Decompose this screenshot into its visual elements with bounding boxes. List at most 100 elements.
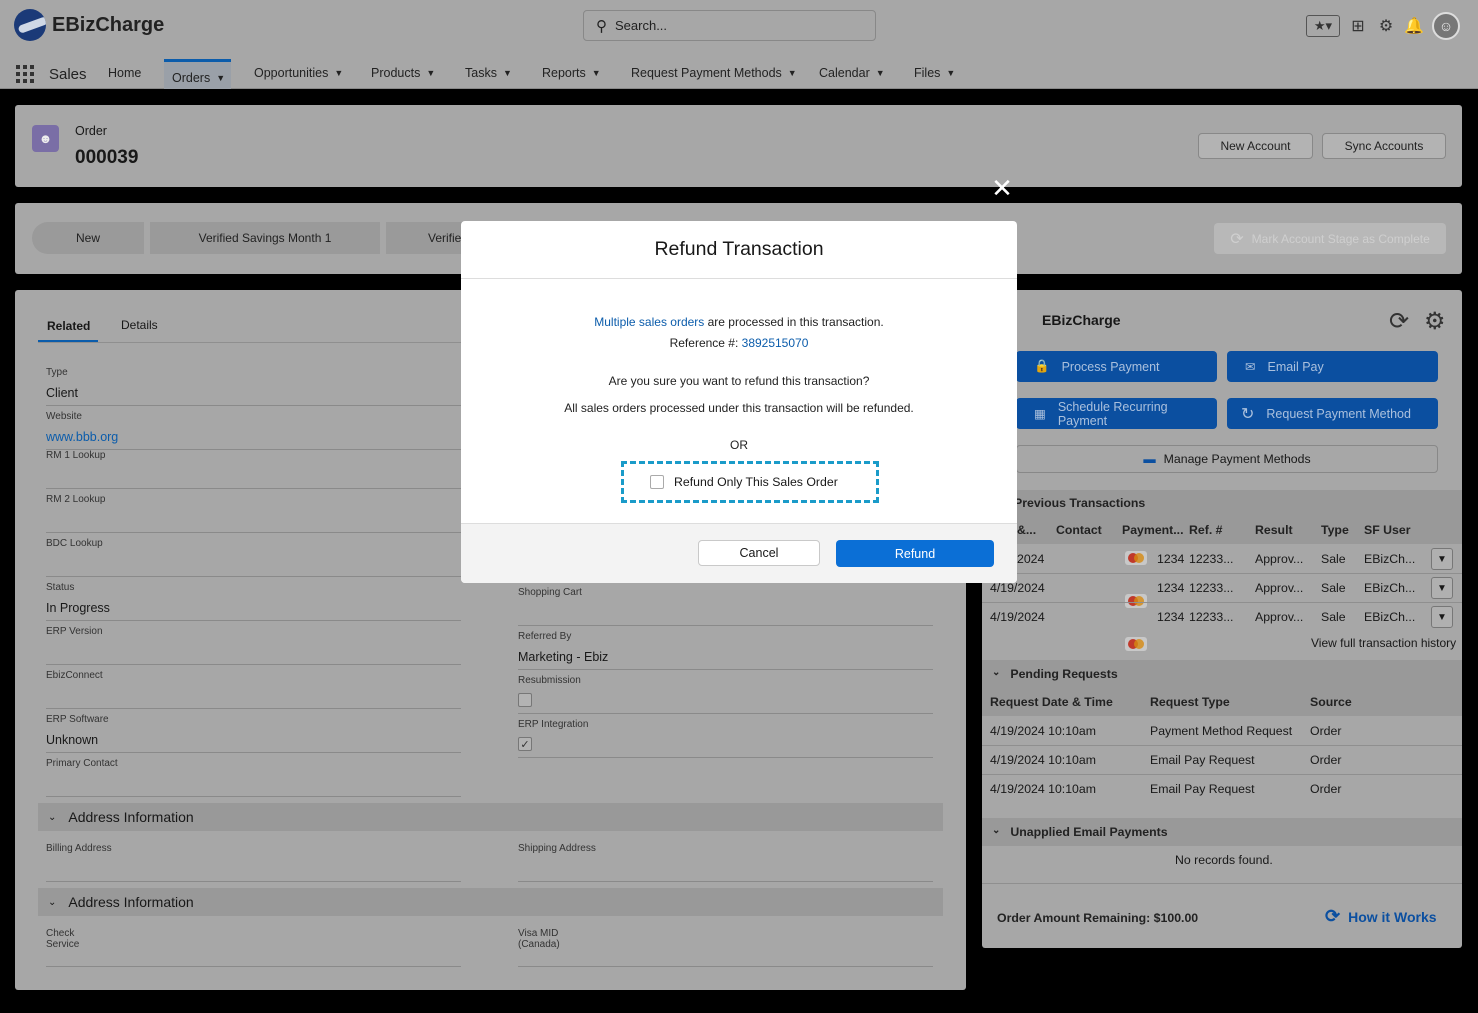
modal-note: All sales orders processed under this tr… — [564, 401, 914, 415]
add-icon[interactable]: ⊞ — [1348, 16, 1368, 36]
pending2-source: Order — [1310, 753, 1342, 767]
row1-date: 2024 — [1017, 552, 1045, 566]
tab-details[interactable]: Details — [121, 318, 158, 332]
refund-only-order-option[interactable]: Refund Only This Sales Order — [621, 461, 879, 503]
row-actions-dropdown[interactable]: ▼ — [1431, 548, 1453, 570]
chevron-down-icon: ⌄ — [992, 667, 1001, 678]
chevron-down-icon: ▼ — [591, 68, 601, 78]
nav-item-tasks[interactable]: Tasks ▼ — [465, 66, 512, 80]
refund-button[interactable]: Refund — [836, 540, 994, 567]
chevron-down-icon: ▼ — [946, 68, 956, 78]
unapplied-payments-header[interactable]: ⌄ Unapplied Email Payments — [992, 825, 1168, 839]
process-payment-button[interactable]: 🔒 Process Payment — [1016, 351, 1217, 382]
modal-line-1: Multiple sales orders are processed in t… — [594, 315, 884, 329]
row3-type: Sale — [1321, 610, 1346, 624]
row1-card: 1234 — [1157, 552, 1185, 566]
schedule-recurring-button[interactable]: ▦ Schedule Recurring Payment — [1016, 398, 1217, 429]
close-modal-icon[interactable]: ✕ — [990, 175, 1014, 201]
no-records-text: No records found. — [1175, 853, 1273, 867]
reference-number-link[interactable]: 3892515070 — [742, 336, 809, 350]
path-step-verified[interactable]: Verifie — [386, 222, 466, 254]
pending1-date: 4/19/2024 10:10am — [990, 724, 1096, 738]
search-icon: ⚲ — [596, 17, 607, 35]
nav-item-orders[interactable]: Orders ▼ — [164, 59, 231, 89]
field-divider — [46, 966, 461, 967]
row-actions-dropdown[interactable]: ▼ — [1431, 577, 1453, 599]
pending2-date: 4/19/2024 10:10am — [990, 753, 1096, 767]
row2-type: Sale — [1321, 581, 1346, 595]
col-sf-user: SF User — [1364, 523, 1411, 537]
address-section-header-2[interactable]: ⌄ Address Information — [38, 888, 943, 916]
nav-item-files[interactable]: Files ▼ — [914, 66, 955, 80]
row2-date: 4/19/2024 — [990, 581, 1045, 595]
ebiz-panel-title: EBizCharge — [1042, 312, 1121, 328]
refund-only-order-checkbox[interactable] — [650, 475, 664, 489]
app-launcher-icon[interactable] — [16, 65, 34, 83]
row2-card: 1234 — [1157, 581, 1185, 595]
order-amount-remaining: Order Amount Remaining: $100.00 — [997, 911, 1199, 925]
pending3-date: 4/19/2024 10:10am — [990, 782, 1096, 796]
rm2-label: RM 2 Lookup — [46, 494, 106, 505]
request-payment-method-button[interactable]: ↻ Request Payment Method — [1227, 398, 1438, 429]
sync-accounts-button[interactable]: Sync Accounts — [1322, 133, 1446, 159]
field-divider — [46, 796, 461, 797]
field-divider — [518, 966, 933, 967]
col-payment: Payment... — [1122, 523, 1184, 537]
gear-icon[interactable]: ⚙ — [1424, 307, 1446, 336]
cancel-button[interactable]: Cancel — [698, 540, 820, 566]
global-search-input[interactable]: ⚲ Search... — [583, 10, 876, 41]
gear-icon[interactable]: ⚙ — [1376, 16, 1396, 36]
erp-integration-label: ERP Integration — [518, 719, 589, 730]
mastercard-icon — [1125, 637, 1147, 651]
shipping-address-label: Shipping Address — [518, 843, 596, 854]
refresh-icon[interactable]: ⟳ — [1389, 307, 1409, 336]
nav-item-calendar[interactable]: Calendar ▼ — [819, 66, 885, 80]
primary-contact-label: Primary Contact — [46, 758, 118, 769]
modal-title: Refund Transaction — [461, 221, 1017, 279]
field-divider — [518, 625, 933, 626]
row1-ref: 12233... — [1189, 552, 1234, 566]
app-name: Sales — [49, 66, 87, 83]
header-utility-icons: ★▾ ⊞ ⚙ 🔔 ☺ — [1306, 12, 1460, 40]
path-step-verified-savings[interactable]: Verified Savings Month 1 — [150, 222, 380, 254]
website-label: Website — [46, 411, 82, 422]
user-avatar[interactable]: ☺ — [1432, 12, 1460, 40]
nav-item-reports[interactable]: Reports ▼ — [542, 66, 601, 80]
new-account-button[interactable]: New Account — [1198, 133, 1313, 159]
email-pay-button[interactable]: ✉ Email Pay — [1227, 351, 1438, 382]
nav-item-request-payment-methods[interactable]: Request Payment Methods ▼ — [631, 66, 797, 80]
pending-requests-header[interactable]: ⌄ Pending Requests — [992, 667, 1118, 681]
erp-software-label: ERP Software — [46, 714, 109, 725]
nav-item-products[interactable]: Products ▼ — [371, 66, 435, 80]
address-section-header[interactable]: ⌄ Address Information — [38, 803, 943, 831]
manage-payment-methods-button[interactable]: ▬ Manage Payment Methods — [1016, 445, 1438, 473]
path-step-new[interactable]: New — [32, 222, 144, 254]
sync-icon: ↻ — [1241, 405, 1255, 423]
view-history-link[interactable]: View full transaction history — [1311, 636, 1456, 650]
row-actions-dropdown[interactable]: ▼ — [1431, 606, 1453, 628]
brand-logo[interactable]: EBizCharge — [14, 9, 164, 41]
multiple-orders-link[interactable]: Multiple sales orders — [594, 315, 704, 329]
tab-related[interactable]: Related — [38, 310, 98, 343]
visa-mid-label: Visa MID (Canada) — [518, 928, 560, 950]
nav-item-home[interactable]: Home — [108, 66, 141, 80]
brand-name: EBizCharge — [52, 13, 165, 36]
favorites-star-icon[interactable]: ★▾ — [1306, 15, 1340, 37]
referred-by-value: Marketing - Ebiz — [518, 650, 609, 664]
mark-stage-complete-button[interactable]: ⟳ Mark Account Stage as Complete — [1214, 223, 1446, 254]
prev-transactions-title: Previous Transactions — [1014, 496, 1146, 510]
erp-integration-checkbox: ✓ — [518, 737, 532, 751]
pending3-source: Order — [1310, 782, 1342, 796]
website-link[interactable]: www.bbb.org — [46, 430, 118, 444]
row-divider — [982, 774, 1462, 775]
field-divider — [518, 713, 933, 714]
bell-icon[interactable]: 🔔 — [1404, 16, 1424, 36]
chevron-down-icon: ⌄ — [992, 825, 1001, 836]
nav-item-opportunities[interactable]: Opportunities ▼ — [254, 66, 343, 80]
how-it-works-link[interactable]: ⟳ How it Works — [1325, 906, 1437, 927]
field-divider — [518, 669, 933, 670]
chevron-down-icon: ▼ — [216, 73, 226, 83]
erp-software-value: Unknown — [46, 733, 99, 747]
help-cycle-icon: ⟳ — [1325, 906, 1341, 926]
row-divider — [982, 745, 1462, 746]
